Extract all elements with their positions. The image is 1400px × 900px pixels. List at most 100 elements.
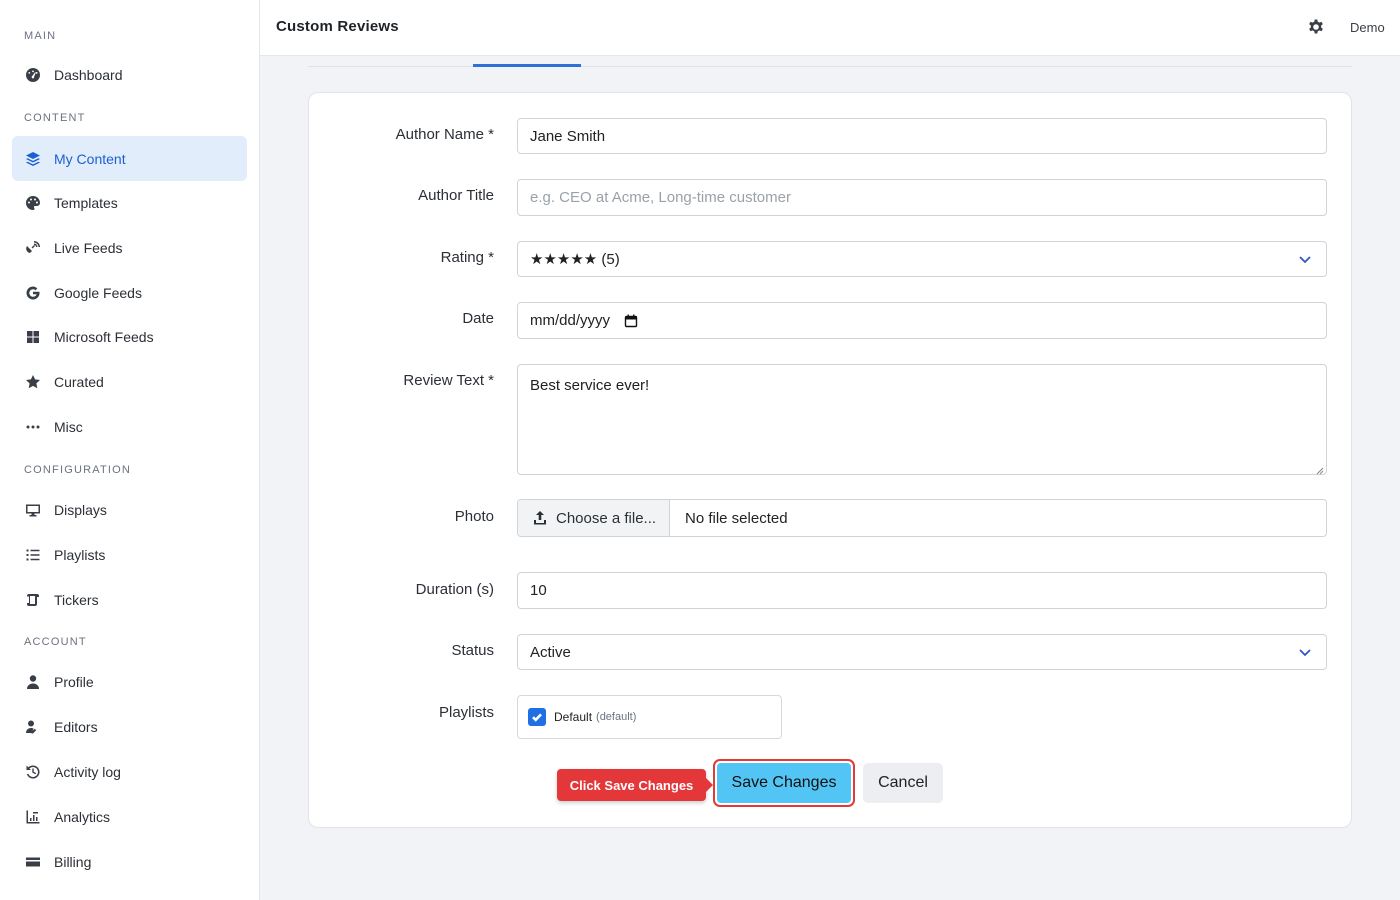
sidebar-item-label: Profile	[54, 673, 94, 690]
author-name-label: Author Name *	[395, 126, 494, 143]
section-label-configuration: CONFIGURATION	[24, 464, 132, 476]
sidebar: MAIN Dashboard CONTENT My Content Templa…	[0, 0, 260, 900]
dashboard-icon	[24, 66, 42, 84]
sidebar-item-label: Editors	[54, 718, 98, 735]
sidebar-item-live-feeds[interactable]: Live Feeds	[12, 225, 247, 270]
sidebar-item-activity-log[interactable]: Activity log	[12, 749, 247, 794]
author-title-label: Author Title	[418, 187, 494, 204]
user-edit-icon	[24, 718, 42, 736]
sidebar-item-my-content[interactable]: My Content	[12, 136, 247, 181]
sidebar-item-label: Google Feeds	[54, 284, 142, 301]
save-hint-callout: Click Save Changes	[557, 769, 713, 801]
windows-icon	[24, 328, 42, 346]
duration-value: 10	[530, 582, 547, 599]
author-name-value: Jane Smith	[530, 127, 606, 145]
sidebar-item-microsoft-feeds[interactable]: Microsoft Feeds	[12, 314, 247, 359]
playlist-default-checkbox[interactable]	[528, 708, 546, 726]
sidebar-item-billing[interactable]: Billing	[12, 839, 247, 884]
user-icon	[24, 673, 42, 691]
sidebar-item-label: Playlists	[54, 546, 106, 563]
date-input[interactable]: mm/dd/yyyy	[517, 302, 1327, 339]
top-header: Custom Reviews Demo	[260, 0, 1400, 56]
sidebar-item-label: Live Feeds	[54, 239, 123, 256]
photo-label: Photo	[454, 508, 494, 525]
chart-icon	[24, 808, 42, 826]
section-label-content: CONTENT	[24, 112, 86, 124]
file-status: No file selected	[685, 509, 788, 527]
sidebar-item-playlists[interactable]: Playlists	[12, 532, 247, 577]
choose-file-button[interactable]: Choose a file...	[518, 500, 670, 536]
review-text-textarea[interactable]: Best service ever!	[517, 364, 1327, 475]
date-label: Date	[462, 310, 494, 327]
chevron-down-icon	[1298, 645, 1312, 659]
cancel-button[interactable]: Cancel	[863, 763, 943, 803]
star-icon	[24, 373, 42, 391]
duration-label: Duration (s)	[415, 581, 494, 598]
sidebar-item-analytics[interactable]: Analytics	[12, 794, 247, 839]
tabs-divider	[308, 66, 1352, 67]
sidebar-item-dashboard[interactable]: Dashboard	[12, 52, 247, 97]
sidebar-item-templates[interactable]: Templates	[12, 180, 247, 225]
save-changes-button[interactable]: Save Changes	[717, 763, 851, 803]
satellite-dish-icon	[24, 239, 42, 257]
google-icon	[24, 284, 42, 302]
resize-handle-icon[interactable]	[1314, 462, 1324, 475]
sidebar-item-label: Misc	[54, 418, 83, 435]
date-value: mm/dd/yyyy	[530, 312, 611, 329]
history-icon	[24, 763, 42, 781]
list-icon	[24, 546, 42, 564]
sidebar-item-label: Billing	[54, 853, 92, 870]
chevron-down-icon	[1298, 252, 1312, 266]
rating-select[interactable]: ★★★★★ (5)	[517, 241, 1327, 277]
upload-icon	[534, 511, 546, 525]
section-label-account: ACCOUNT	[24, 636, 87, 648]
sidebar-item-label: Templates	[54, 194, 118, 211]
rating-label: Rating *	[440, 249, 494, 266]
sidebar-item-misc[interactable]: Misc	[12, 404, 247, 449]
sidebar-item-label: Tickers	[54, 591, 99, 608]
monitor-icon	[24, 501, 42, 519]
playlists-group: Default (default)	[517, 695, 782, 739]
review-text-label: Review Text *	[403, 372, 494, 389]
sidebar-item-label: Displays	[54, 501, 107, 518]
palette-icon	[24, 194, 42, 212]
duration-input[interactable]: 10	[517, 572, 1327, 609]
status-label: Status	[451, 642, 494, 659]
sidebar-item-curated[interactable]: Curated	[12, 359, 247, 404]
author-title-placeholder: e.g. CEO at Acme, Long-time customer	[530, 189, 791, 206]
calendar-icon[interactable]	[624, 314, 638, 328]
author-name-input[interactable]: Jane Smith	[517, 118, 1327, 154]
section-label-main: MAIN	[24, 30, 57, 42]
ellipsis-icon	[24, 418, 42, 436]
sidebar-item-label: Activity log	[54, 763, 121, 780]
save-button-highlight: Save Changes	[713, 759, 855, 807]
sidebar-item-displays[interactable]: Displays	[12, 487, 247, 532]
playlist-default-tag: (default)	[596, 711, 637, 723]
scroll-icon	[24, 591, 42, 609]
rating-value: ★★★★★ (5)	[530, 251, 620, 268]
status-select[interactable]: Active	[517, 634, 1327, 670]
sidebar-item-label: Analytics	[54, 808, 111, 825]
sidebar-item-google-feeds[interactable]: Google Feeds	[12, 270, 247, 315]
photo-file-input[interactable]: Choose a file... No file selected	[517, 499, 1327, 537]
playlists-label: Playlists	[438, 704, 494, 721]
checkmark-icon	[532, 713, 542, 722]
tab-active-indicator	[473, 64, 581, 67]
choose-file-label: Choose a file...	[556, 509, 657, 527]
gear-icon[interactable]	[1306, 18, 1326, 38]
sidebar-item-editors[interactable]: Editors	[12, 704, 247, 749]
review-form-card: Author Name * Jane Smith Author Title e.…	[308, 92, 1352, 828]
author-title-input[interactable]: e.g. CEO at Acme, Long-time customer	[517, 179, 1327, 216]
sidebar-item-tickers[interactable]: Tickers	[12, 577, 247, 622]
sidebar-item-label: My Content	[54, 150, 126, 167]
user-menu[interactable]: Demo	[1350, 20, 1385, 35]
page-title: Custom Reviews	[276, 18, 399, 35]
sidebar-item-profile[interactable]: Profile	[12, 659, 247, 704]
layers-icon	[24, 150, 42, 168]
sidebar-item-label: Microsoft Feeds	[54, 328, 154, 345]
review-text-value: Best service ever!	[530, 377, 650, 394]
sidebar-item-label: Dashboard	[54, 66, 123, 83]
playlist-name: Default	[554, 710, 593, 724]
sidebar-item-label: Curated	[54, 373, 104, 390]
credit-card-icon	[24, 853, 42, 871]
